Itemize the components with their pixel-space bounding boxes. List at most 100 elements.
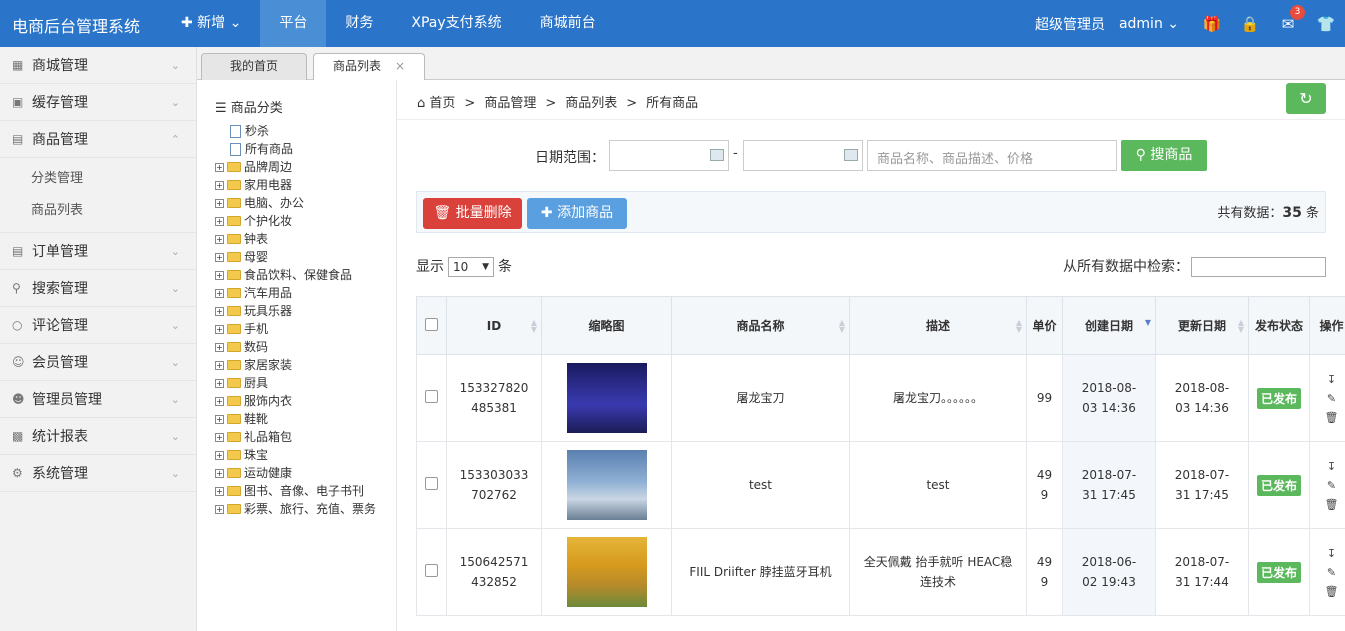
column-header-id[interactable]: ID ▲ ▼ [446, 296, 542, 355]
product-thumbnail[interactable] [566, 537, 647, 607]
select-all-checkbox[interactable] [425, 317, 438, 331]
tab-product-list[interactable]: 商品列表 × [313, 53, 425, 80]
sidebar-item-mall[interactable]: ▦ 商城管理 ⌄ [0, 47, 196, 84]
batch-delete-button[interactable]: 🗑 批量删除 [423, 198, 522, 229]
expand-icon[interactable]: + [215, 198, 224, 208]
tshirt-icon[interactable]: 👕 [1307, 15, 1345, 33]
tree-node-folder[interactable]: + 品牌周边 [215, 158, 376, 176]
sidebar-item-system[interactable]: ⚙ 系统管理 ⌄ [0, 455, 196, 492]
tree-node-folder[interactable]: + 家居家装 [215, 356, 376, 374]
tree-node-folder[interactable]: + 个护化妆 [215, 212, 376, 230]
column-header-updated[interactable]: 更新日期 ▲ ▼ [1155, 296, 1249, 355]
expand-icon[interactable]: + [215, 396, 224, 406]
calendar-icon[interactable] [710, 149, 724, 161]
product-thumbnail[interactable] [566, 450, 647, 520]
expand-icon[interactable]: + [215, 180, 224, 190]
edit-icon[interactable]: ✎ [1327, 566, 1336, 579]
tree-node-folder[interactable]: + 珠宝 [215, 446, 376, 464]
column-header-status[interactable]: 发布状态 [1248, 296, 1310, 355]
expand-icon[interactable]: + [215, 252, 224, 262]
search-button[interactable]: ⚲ 搜商品 [1121, 140, 1207, 171]
tab-home[interactable]: 我的首页 [201, 53, 307, 80]
expand-icon[interactable]: + [215, 378, 224, 388]
expand-icon[interactable]: + [215, 414, 224, 424]
expand-icon[interactable]: + [215, 342, 224, 352]
lock-icon[interactable]: 🔒 [1231, 15, 1269, 33]
tree-node-folder[interactable]: + 手机 [215, 320, 376, 338]
column-header-created[interactable]: 创建日期 ▼ [1062, 296, 1156, 355]
new-menu-button[interactable]: ✚ 新增 ⌄ [162, 0, 260, 47]
sidebar-subitem-product-list[interactable]: 商品列表 [0, 195, 196, 227]
expand-icon[interactable]: + [215, 288, 224, 298]
tree-node-folder[interactable]: + 鞋靴 [215, 410, 376, 428]
sidebar-subitem-category[interactable]: 分类管理 [0, 163, 196, 195]
sidebar-item-products[interactable]: ▤ 商品管理 ⌃ [0, 121, 196, 158]
tree-node-folder[interactable]: + 家用电器 [215, 176, 376, 194]
breadcrumb-item[interactable]: 商品管理 [484, 96, 536, 111]
row-checkbox[interactable] [425, 564, 438, 577]
tree-node-folder[interactable]: + 数码 [215, 338, 376, 356]
table-row[interactable]: 153327820485381 屠龙宝刀 屠龙宝刀。。。。。。 99 2018-08-0… [416, 354, 1345, 442]
tree-node-folder[interactable]: + 电脑、办公 [215, 194, 376, 212]
column-header-description[interactable]: 描述 ▲ ▼ [849, 296, 1027, 355]
expand-icon[interactable]: + [215, 162, 224, 172]
breadcrumb-item[interactable]: 商品列表 [565, 96, 617, 111]
refresh-button[interactable]: ↻ [1286, 83, 1326, 114]
tree-node-all-products[interactable]: 所有商品 [215, 140, 376, 158]
unpublish-icon[interactable]: ↧ [1327, 373, 1336, 386]
page-size-select[interactable]: 10 ▼ [448, 257, 494, 277]
trash-icon[interactable]: 🗑 [1325, 411, 1339, 424]
unpublish-icon[interactable]: ↧ [1327, 460, 1336, 473]
expand-icon[interactable]: + [215, 234, 224, 244]
tree-node-folder[interactable]: + 钟表 [215, 230, 376, 248]
expand-icon[interactable]: + [215, 360, 224, 370]
product-thumbnail[interactable] [566, 363, 647, 433]
tree-node-folder[interactable]: + 玩具乐器 [215, 302, 376, 320]
column-header-name[interactable]: 商品名称 ▲ ▼ [671, 296, 850, 355]
tree-node-seckill[interactable]: 秒杀 [215, 122, 376, 140]
table-row[interactable]: 150642571432852 FIIL Driifter 脖挂蓝牙耳机 全天佩戴 … [416, 528, 1345, 616]
sidebar-item-cache[interactable]: ▣ 缓存管理 ⌄ [0, 84, 196, 121]
tree-node-folder[interactable]: + 礼品箱包 [215, 428, 376, 446]
expand-icon[interactable]: + [215, 450, 224, 460]
tree-node-folder[interactable]: + 运动健康 [215, 464, 376, 482]
sidebar-item-orders[interactable]: ▤ 订单管理 ⌄ [0, 233, 196, 270]
tree-node-folder[interactable]: + 母婴 [215, 248, 376, 266]
expand-icon[interactable]: + [215, 504, 224, 514]
table-row[interactable]: 153303033702762 test test 499 2018-07-31 17:… [416, 441, 1345, 529]
tree-node-folder[interactable]: + 服饰内衣 [215, 392, 376, 410]
calendar-icon[interactable] [844, 149, 858, 161]
nav-finance[interactable]: 财务 [326, 0, 392, 47]
expand-icon[interactable]: + [215, 216, 224, 226]
expand-icon[interactable]: + [215, 270, 224, 280]
expand-icon[interactable]: + [215, 432, 224, 442]
trash-icon[interactable]: 🗑 [1325, 498, 1339, 511]
sidebar-item-comments[interactable]: ○ 评论管理 ⌄ [0, 307, 196, 344]
nav-xpay[interactable]: XPay支付系统 [392, 0, 520, 47]
tree-node-folder[interactable]: + 汽车用品 [215, 284, 376, 302]
row-checkbox[interactable] [425, 390, 438, 403]
nav-storefront[interactable]: 商城前台 [521, 0, 615, 47]
sidebar-item-reports[interactable]: ▩ 统计报表 ⌄ [0, 418, 196, 455]
sidebar-item-members[interactable]: ☺ 会员管理 ⌄ [0, 344, 196, 381]
nav-platform[interactable]: 平台 [260, 0, 327, 47]
unpublish-icon[interactable]: ↧ [1327, 547, 1336, 560]
start-date-input[interactable] [609, 140, 729, 171]
tree-node-folder[interactable]: + 图书、音像、电子书刊 [215, 482, 376, 500]
expand-icon[interactable]: + [215, 468, 224, 478]
edit-icon[interactable]: ✎ [1327, 479, 1336, 492]
mail-icon[interactable]: ✉ 3 [1269, 4, 1307, 33]
add-product-button[interactable]: ✚ 添加商品 [527, 198, 627, 229]
sidebar-item-admins[interactable]: ☻ 管理员管理 ⌄ [0, 381, 196, 418]
close-icon[interactable]: × [395, 59, 405, 73]
trash-icon[interactable]: 🗑 [1325, 585, 1339, 598]
tree-node-folder[interactable]: + 厨具 [215, 374, 376, 392]
row-checkbox[interactable] [425, 477, 438, 490]
table-filter-input[interactable] [1191, 257, 1326, 277]
tree-node-folder[interactable]: + 食品饮料、保健食品 [215, 266, 376, 284]
expand-icon[interactable]: + [215, 324, 224, 334]
expand-icon[interactable]: + [215, 486, 224, 496]
tree-node-folder[interactable]: + 彩票、旅行、充值、票务 [215, 500, 376, 518]
column-header-price[interactable]: 单价 [1026, 296, 1063, 355]
edit-icon[interactable]: ✎ [1327, 392, 1336, 405]
